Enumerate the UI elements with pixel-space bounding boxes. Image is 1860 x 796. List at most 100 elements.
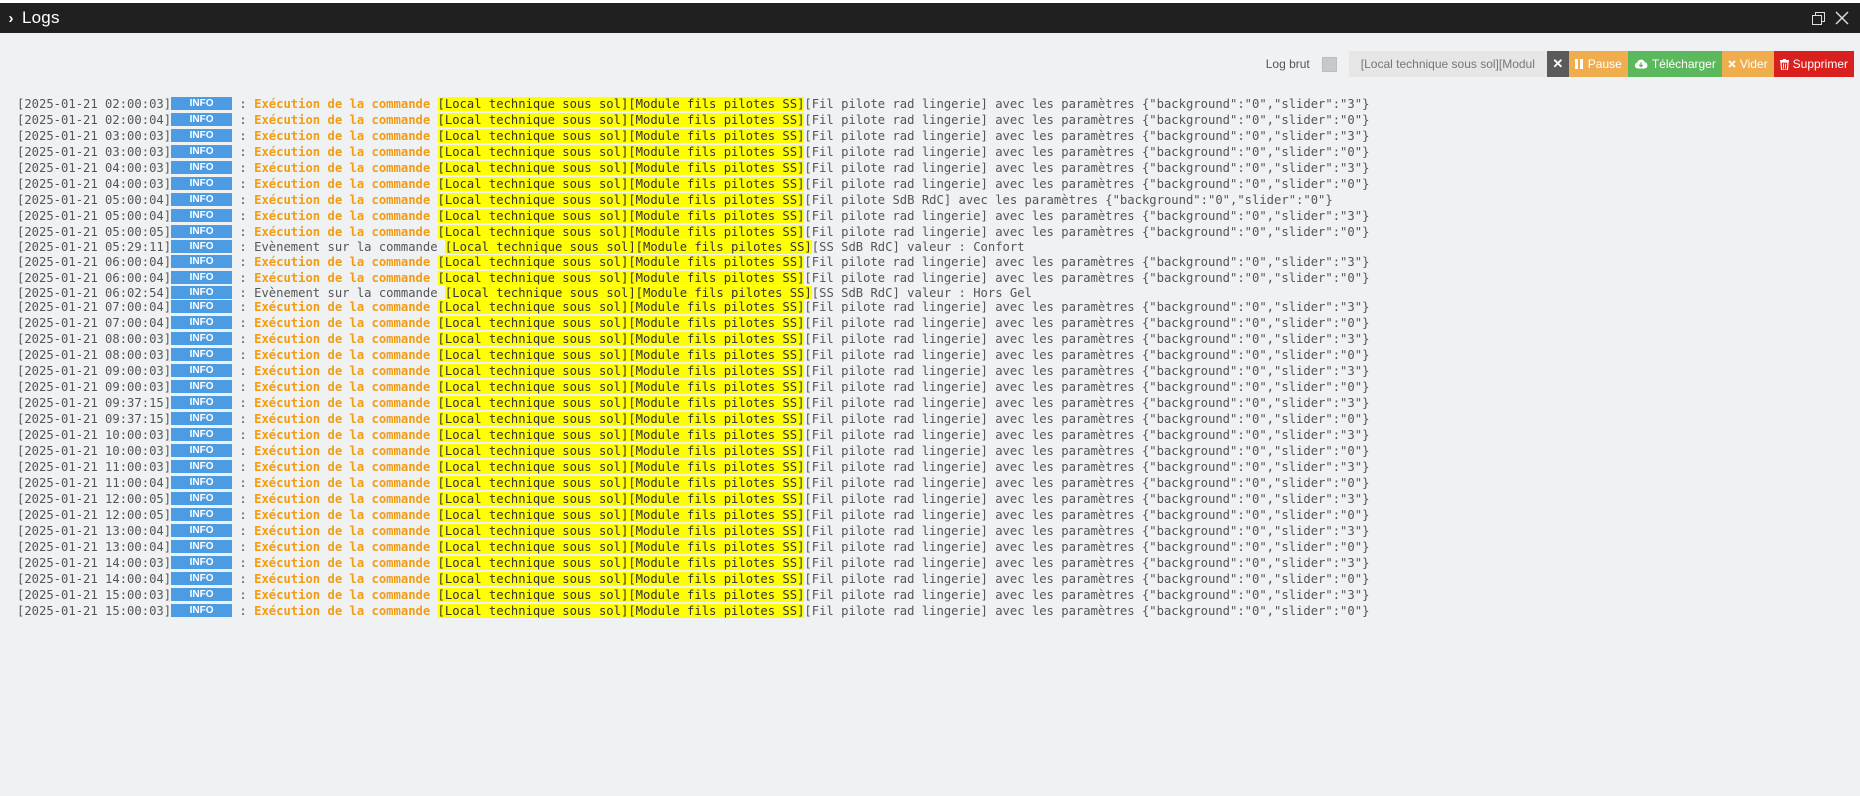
log-message: [Fil pilote rad lingerie] avec les param…: [804, 476, 1370, 491]
log-separator: :: [232, 508, 255, 523]
log-message: [Fil pilote rad lingerie] avec les param…: [804, 412, 1370, 427]
level-badge: INFO: [171, 444, 233, 458]
trash-icon: [1779, 58, 1789, 70]
exec-text: Exécution de la commande: [254, 380, 438, 395]
level-badge: INFO: [171, 240, 233, 253]
log-separator: :: [232, 572, 255, 587]
chevron-right-icon[interactable]: ›: [0, 10, 22, 27]
highlighted-match: [Local technique sous sol][Module fils p…: [437, 177, 805, 191]
exec-text: Exécution de la commande: [254, 492, 438, 507]
exec-text: Exécution de la commande: [254, 332, 438, 347]
log-line: [2025-01-21 05:00:04] INFO : Exécution de…: [17, 192, 1860, 208]
exec-text: Exécution de la commande: [254, 193, 438, 207]
log-timestamp: [2025-01-21 08:00:03]: [17, 348, 172, 363]
log-timestamp: [2025-01-21 12:00:05]: [17, 508, 172, 523]
log-message: [Fil pilote rad lingerie] avec les param…: [804, 145, 1370, 159]
highlighted-match: [Local technique sous sol][Module fils p…: [437, 428, 805, 443]
log-message: [Fil pilote rad lingerie] avec les param…: [804, 428, 1370, 443]
level-badge: INFO: [171, 285, 233, 299]
pause-label: Pause: [1587, 57, 1622, 71]
level-badge: INFO: [171, 396, 233, 410]
level-badge: INFO: [171, 316, 233, 330]
level-badge: INFO: [171, 380, 233, 394]
exec-text: Exécution de la commande: [254, 177, 438, 191]
clear-search-button[interactable]: ✕: [1546, 51, 1569, 77]
restore-icon[interactable]: [1806, 6, 1830, 30]
log-separator: :: [232, 240, 255, 254]
exec-text: Exécution de la commande: [254, 225, 438, 239]
log-message: [Fil pilote rad lingerie] avec les param…: [804, 348, 1370, 363]
highlighted-match: [Local technique sous sol][Module fils p…: [437, 604, 805, 619]
log-separator: :: [232, 145, 255, 159]
log-timestamp: [2025-01-21 07:00:04]: [17, 300, 172, 315]
highlighted-match: [Local technique sous sol][Module fils p…: [437, 348, 805, 363]
highlighted-match: [Local technique sous sol][Module fils p…: [437, 588, 805, 603]
download-button[interactable]: Télécharger: [1627, 51, 1722, 77]
highlighted-match: [Local technique sous sol][Module fils p…: [437, 300, 805, 315]
log-separator: :: [232, 300, 255, 315]
log-message: [Fil pilote rad lingerie] avec les param…: [804, 316, 1370, 331]
highlighted-match: [Local technique sous sol][Module fils p…: [437, 540, 805, 555]
log-message: [Fil pilote rad lingerie] avec les param…: [804, 492, 1370, 507]
log-timestamp: [2025-01-21 07:00:04]: [17, 316, 172, 331]
highlighted-match: [Local technique sous sol][Module fils p…: [437, 193, 805, 207]
log-line: [2025-01-21 06:00:04] INFO : Exécution de…: [17, 254, 1860, 270]
log-separator: :: [232, 604, 255, 619]
log-line: [2025-01-21 04:00:03] INFO : Exécution de…: [17, 160, 1860, 176]
window-title: Logs: [22, 8, 60, 27]
level-badge: INFO: [171, 145, 233, 158]
log-message: [Fil pilote rad lingerie] avec les param…: [804, 129, 1370, 143]
log-line: [2025-01-21 10:00:03] INFO : Exécution de…: [17, 427, 1860, 443]
highlighted-match: [Local technique sous sol][Module fils p…: [444, 285, 812, 300]
level-badge: INFO: [171, 177, 233, 190]
log-separator: :: [232, 177, 255, 191]
search-input[interactable]: [1348, 51, 1547, 77]
close-icon[interactable]: [1830, 6, 1854, 30]
highlighted-match: [Local technique sous sol][Module fils p…: [437, 113, 805, 127]
log-separator: :: [232, 380, 255, 395]
level-badge: INFO: [171, 193, 233, 206]
log-separator: :: [232, 285, 255, 300]
log-separator: :: [232, 492, 255, 507]
log-message: [Fil pilote rad lingerie] avec les param…: [804, 177, 1370, 191]
log-message: [Fil pilote SdB RdC] avec les paramètres…: [804, 193, 1333, 207]
exec-text: Exécution de la commande: [254, 556, 438, 571]
log-separator: :: [232, 588, 255, 603]
log-line: [2025-01-21 14:00:03] INFO : Exécution de…: [17, 555, 1860, 571]
pause-button[interactable]: Pause: [1568, 51, 1628, 77]
download-label: Télécharger: [1651, 57, 1716, 71]
exec-text: Exécution de la commande: [254, 508, 438, 523]
times-icon: [1728, 60, 1736, 68]
empty-button[interactable]: Vider: [1721, 51, 1774, 77]
level-badge: INFO: [171, 412, 233, 426]
log-separator: :: [232, 129, 255, 143]
log-message: [Fil pilote rad lingerie] avec les param…: [804, 604, 1370, 619]
log-separator: :: [232, 556, 255, 571]
level-badge: INFO: [171, 588, 233, 602]
log-separator: :: [232, 428, 255, 443]
highlighted-match: [Local technique sous sol][Module fils p…: [437, 364, 805, 379]
highlighted-match: [Local technique sous sol][Module fils p…: [437, 524, 805, 539]
delete-button[interactable]: Supprimer: [1773, 51, 1854, 77]
log-message: [Fil pilote rad lingerie] avec les param…: [804, 97, 1370, 111]
log-separator: :: [232, 193, 255, 207]
exec-text: Exécution de la commande: [254, 254, 438, 269]
log-line: [2025-01-21 13:00:04] INFO : Exécution de…: [17, 523, 1860, 539]
log-line: [2025-01-21 12:00:05] INFO : Exécution de…: [17, 491, 1860, 507]
log-message: [Fil pilote rad lingerie] avec les param…: [804, 524, 1370, 539]
level-badge: INFO: [171, 161, 233, 174]
highlighted-match: [Local technique sous sol][Module fils p…: [437, 380, 805, 395]
log-line: [2025-01-21 09:37:15] INFO : Exécution de…: [17, 395, 1860, 411]
log-separator: :: [232, 476, 255, 491]
log-message: [Fil pilote rad lingerie] avec les param…: [804, 225, 1370, 239]
log-separator: :: [232, 348, 255, 363]
level-badge: INFO: [171, 348, 233, 362]
log-separator: :: [232, 97, 255, 111]
log-line: [2025-01-21 05:00:05] INFO : Exécution de…: [17, 224, 1860, 240]
log-line: [2025-01-21 07:00:04] INFO : Exécution de…: [17, 315, 1860, 331]
highlighted-match: [Local technique sous sol][Module fils p…: [437, 129, 805, 143]
highlighted-match: [Local technique sous sol][Module fils p…: [437, 270, 805, 285]
log-separator: :: [232, 161, 255, 175]
log-brut-checkbox[interactable]: [1321, 56, 1337, 72]
log-separator: :: [232, 524, 255, 539]
